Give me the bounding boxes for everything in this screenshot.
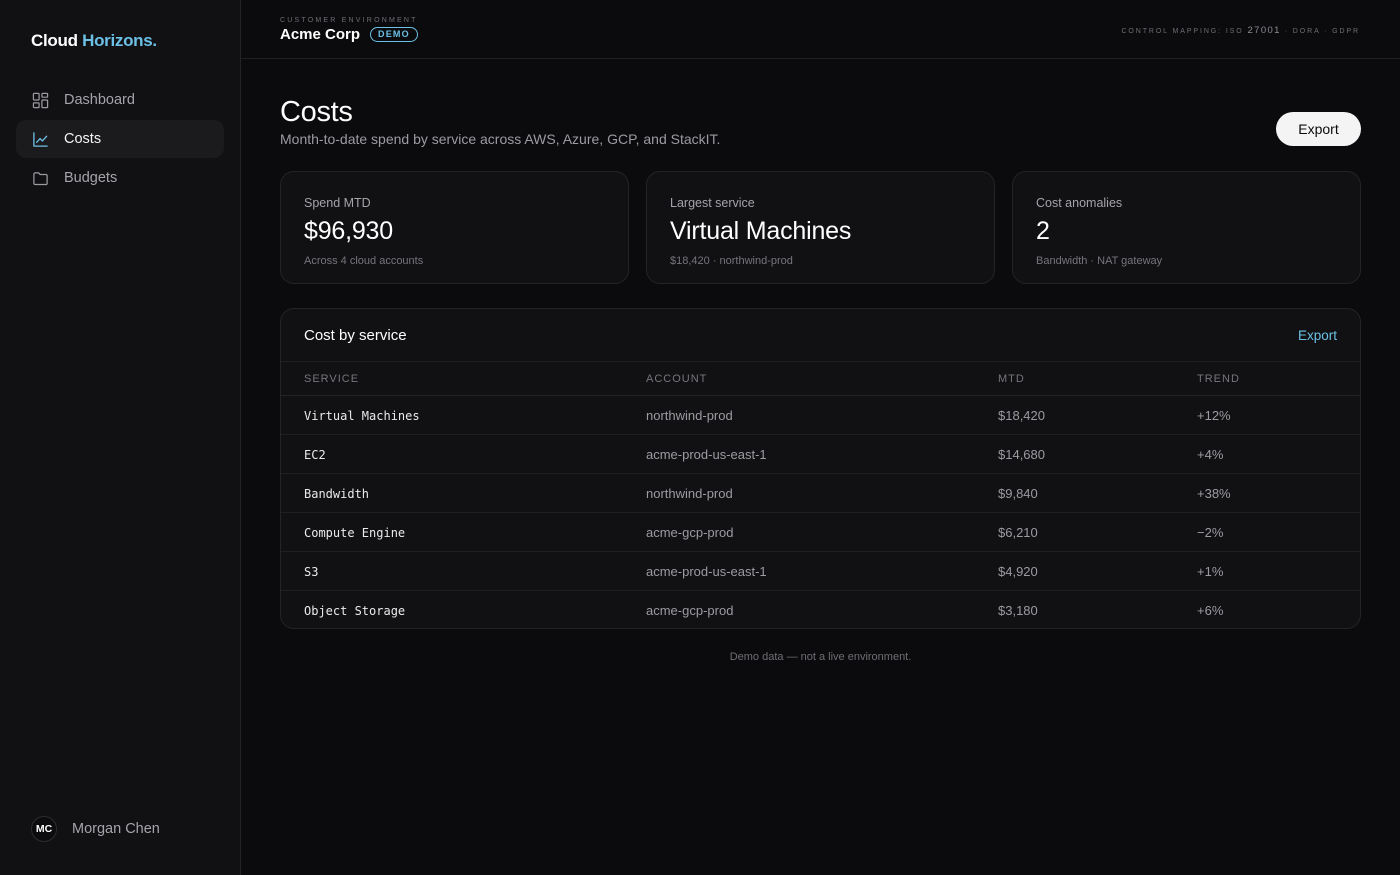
- column-header-account[interactable]: ACCOUNT: [646, 373, 707, 385]
- sidebar-item-label: Dashboard: [64, 92, 135, 108]
- brand-accent: Horizons.: [82, 31, 157, 50]
- account-cell: acme-gcp-prod: [646, 603, 734, 618]
- trend-cell: +38%: [1197, 486, 1231, 501]
- service-cell: Virtual Machines: [304, 409, 420, 423]
- account-cell: northwind-prod: [646, 408, 733, 423]
- table-row[interactable]: S3 acme-prod-us-east-1 $4,920 +1%: [281, 552, 1360, 591]
- sidebar-item-budgets[interactable]: Budgets: [16, 159, 224, 197]
- sidebar-nav: Dashboard Costs Budgets: [16, 81, 224, 198]
- table-header-bar: Cost by service Export: [281, 309, 1360, 362]
- demo-badge: DEMO: [370, 27, 418, 42]
- sidebar-item-label: Budgets: [64, 170, 118, 186]
- table-row[interactable]: Object Storage acme-gcp-prod $3,180 +6%: [281, 591, 1360, 628]
- spend-mtd-card: Spend MTD $96,930 Across 4 cloud account…: [280, 171, 629, 284]
- account-cell: northwind-prod: [646, 486, 733, 501]
- card-value: $96,930: [304, 217, 393, 245]
- account-cell: acme-gcp-prod: [646, 525, 734, 540]
- card-label: Cost anomalies: [1036, 196, 1123, 210]
- control-mapping-number: 27001: [1247, 25, 1281, 36]
- user-profile[interactable]: MC Morgan Chen: [31, 816, 160, 842]
- service-cell: Object Storage: [304, 604, 406, 618]
- table-row[interactable]: Virtual Machines northwind-prod $18,420 …: [281, 396, 1360, 435]
- control-mapping-suffix: · DORA · GDPR: [1284, 28, 1360, 35]
- card-subtext: Across 4 cloud accounts: [304, 255, 424, 267]
- dashboard-grid-icon: [31, 91, 49, 109]
- trend-cell: +1%: [1197, 564, 1224, 579]
- column-header-service[interactable]: SERVICE: [304, 373, 359, 385]
- control-mapping-prefix: CONTROL MAPPING: ISO: [1121, 28, 1244, 35]
- export-button[interactable]: Export: [1276, 112, 1361, 146]
- card-value: Virtual Machines: [670, 217, 852, 245]
- card-label: Spend MTD: [304, 196, 371, 210]
- service-cell: S3: [304, 565, 319, 579]
- avatar: MC: [31, 816, 57, 842]
- mtd-cell: $3,180: [998, 603, 1038, 618]
- table-title: Cost by service: [304, 327, 407, 344]
- trend-cell: −2%: [1197, 525, 1224, 540]
- environment-name: Acme Corp: [280, 26, 361, 43]
- sidebar-item-label: Costs: [64, 131, 102, 147]
- page-subtitle: Month-to-date spend by service across AW…: [280, 131, 721, 147]
- account-cell: acme-prod-us-east-1: [646, 564, 767, 579]
- account-cell: acme-prod-us-east-1: [646, 447, 767, 462]
- sidebar-item-costs[interactable]: Costs: [16, 120, 224, 158]
- trend-cell: +12%: [1197, 408, 1231, 423]
- card-value: 2: [1036, 217, 1050, 245]
- topbar: CUSTOMER ENVIRONMENT Acme Corp DEMO CONT…: [241, 0, 1400, 59]
- card-subtext: $18,420 · northwind-prod: [670, 255, 793, 267]
- sidebar-item-dashboard[interactable]: Dashboard: [16, 81, 224, 119]
- table-row[interactable]: Bandwidth northwind-prod $9,840 +38%: [281, 474, 1360, 513]
- table-export-link[interactable]: Export: [1298, 328, 1337, 343]
- service-cell: EC2: [304, 448, 326, 462]
- control-mapping: CONTROL MAPPING: ISO 27001 · DORA · GDPR: [1121, 25, 1360, 36]
- sidebar: Cloud Horizons. Dashboard Costs Budgets …: [0, 0, 241, 875]
- folder-icon: [31, 169, 49, 187]
- column-header-mtd[interactable]: MTD: [998, 373, 1025, 385]
- brand-logo[interactable]: Cloud Horizons.: [31, 31, 157, 51]
- environment-caption: CUSTOMER ENVIRONMENT: [280, 17, 418, 24]
- largest-service-card: Largest service Virtual Machines $18,420…: [646, 171, 995, 284]
- brand-name: Cloud: [31, 31, 78, 50]
- trend-cell: +4%: [1197, 447, 1224, 462]
- demo-footnote: Demo data — not a live environment.: [729, 651, 912, 663]
- mtd-cell: $4,920: [998, 564, 1038, 579]
- environment-selector[interactable]: Acme Corp DEMO: [280, 26, 418, 43]
- table-row[interactable]: Compute Engine acme-gcp-prod $6,210 −2%: [281, 513, 1360, 552]
- mtd-cell: $14,680: [998, 447, 1045, 462]
- mtd-cell: $18,420: [998, 408, 1045, 423]
- page-title: Costs: [280, 96, 353, 128]
- cost-anomalies-card: Cost anomalies 2 Bandwidth · NAT gateway: [1012, 171, 1361, 284]
- user-name: Morgan Chen: [72, 821, 160, 837]
- service-cell: Bandwidth: [304, 487, 370, 501]
- card-label: Largest service: [670, 196, 755, 210]
- mtd-cell: $9,840: [998, 486, 1038, 501]
- mtd-cell: $6,210: [998, 525, 1038, 540]
- table-column-headers: SERVICE ACCOUNT MTD TREND: [281, 362, 1360, 396]
- service-cell: Compute Engine: [304, 526, 406, 540]
- column-header-trend[interactable]: TREND: [1197, 373, 1240, 385]
- table-row[interactable]: EC2 acme-prod-us-east-1 $14,680 +4%: [281, 435, 1360, 474]
- card-subtext: Bandwidth · NAT gateway: [1036, 255, 1163, 267]
- trend-cell: +6%: [1197, 603, 1224, 618]
- cost-by-service-table: Cost by service Export SERVICE ACCOUNT M…: [280, 308, 1361, 629]
- line-chart-icon: [31, 130, 49, 148]
